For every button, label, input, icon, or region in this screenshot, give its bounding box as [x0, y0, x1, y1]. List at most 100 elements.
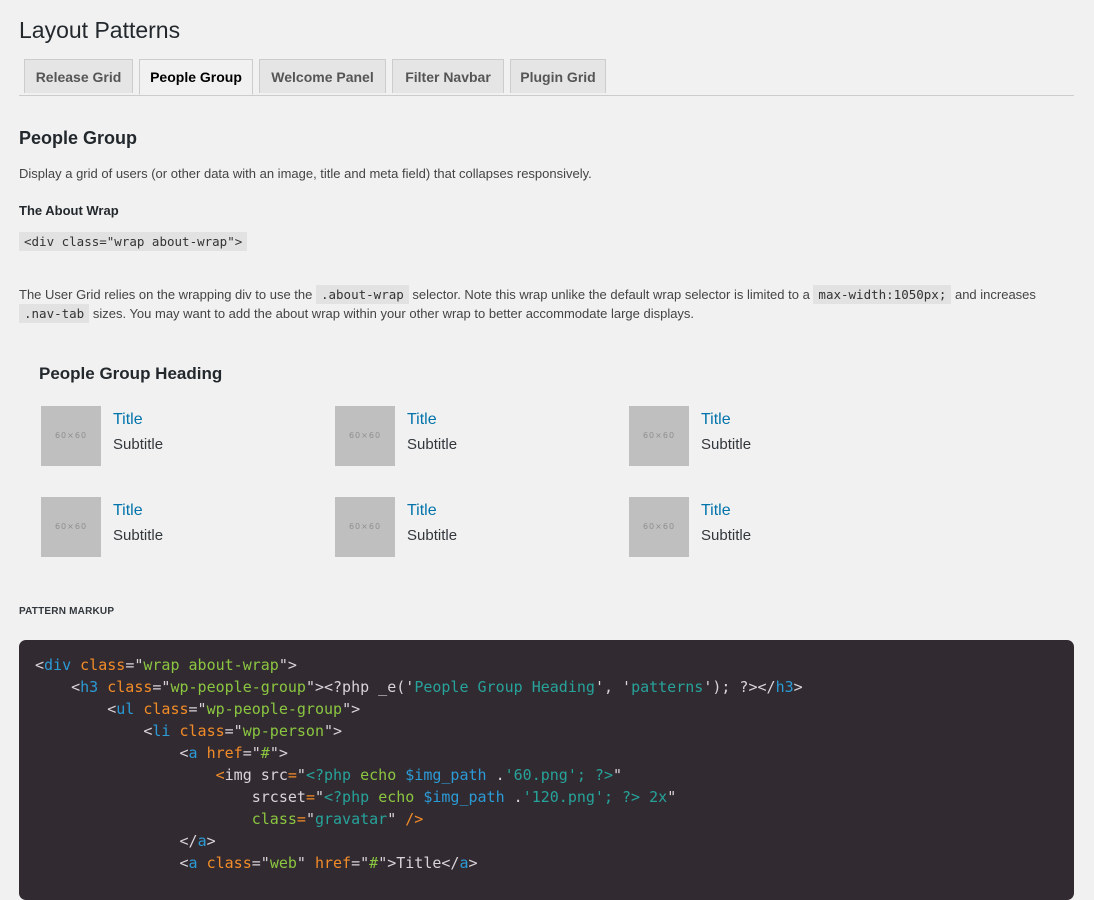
- code-token: <: [35, 854, 189, 872]
- person-title-link[interactable]: Title: [113, 411, 143, 429]
- page-title: Layout Patterns: [19, 17, 181, 43]
- section-description: Display a grid of users (or other data w…: [19, 166, 592, 181]
- code-token: wp-people-group: [170, 678, 306, 696]
- tab-welcome-panel[interactable]: Welcome Panel: [259, 59, 386, 93]
- code-line: <ul class="wp-people-group">: [35, 698, 1058, 720]
- person-subtitle: Subtitle: [113, 436, 164, 453]
- nav-tabs: Release Grid People Group Welcome Panel …: [19, 59, 1074, 96]
- code-token: patterns: [631, 678, 704, 696]
- code-token: .: [486, 766, 505, 784]
- code-token: $img_path: [405, 766, 487, 784]
- person-title-link[interactable]: Title: [701, 411, 731, 429]
- code-token: =: [296, 810, 306, 828]
- code-token: =": [188, 700, 207, 718]
- avatar-placeholder[interactable]: 60×60: [629, 406, 689, 466]
- code-line: </a>: [35, 830, 1058, 852]
- code-token: '); ?></: [703, 678, 776, 696]
- tab-plugin-grid[interactable]: Plugin Grid: [510, 59, 606, 93]
- code-token: =: [305, 788, 315, 806]
- people-group-heading: People Group Heading: [39, 364, 223, 383]
- code-line: <h3 class="wp-people-group"><?php _e('Pe…: [35, 676, 1058, 698]
- code-token: ": [314, 788, 324, 806]
- code-token: ">: [278, 656, 297, 674]
- person-item: 60×60 Title Subtitle: [335, 497, 615, 557]
- tab-release-grid[interactable]: Release Grid: [24, 59, 133, 93]
- code-token: href: [206, 744, 243, 762]
- person-item: 60×60 Title Subtitle: [335, 406, 615, 466]
- person-title-link[interactable]: Title: [407, 502, 437, 520]
- nav-tab-code: .nav-tab: [19, 304, 90, 323]
- avatar-placeholder[interactable]: 60×60: [335, 497, 395, 557]
- code-token: =": [125, 656, 144, 674]
- code-token: ">: [324, 722, 343, 740]
- person-subtitle: Subtitle: [701, 436, 752, 453]
- person-item: 60×60 Title Subtitle: [629, 406, 909, 466]
- code-token: .: [504, 788, 523, 806]
- code-token: <?php: [324, 788, 379, 806]
- about-wrap-code: .about-wrap: [315, 285, 409, 304]
- code-line: <a href="#">: [35, 742, 1058, 764]
- code-token: <: [35, 700, 117, 718]
- code-token: =: [287, 766, 297, 784]
- code-token: <: [35, 678, 81, 696]
- max-width-code: max-width:1050px;: [813, 285, 952, 304]
- pattern-markup-label: Pattern Markup: [19, 606, 115, 617]
- code-token: #: [369, 854, 379, 872]
- pattern-markup-code-block[interactable]: <div class="wrap about-wrap"> <h3 class=…: [19, 640, 1074, 900]
- code-token: a: [188, 854, 198, 872]
- code-token: =": [224, 722, 243, 740]
- person-subtitle: Subtitle: [407, 436, 458, 453]
- code-line: srcset="<?php echo $img_path .'120.png';…: [35, 786, 1058, 808]
- code-token: ": [305, 810, 315, 828]
- person-title-link[interactable]: Title: [113, 502, 143, 520]
- person-subtitle: Subtitle: [113, 527, 164, 544]
- avatar-placeholder[interactable]: 60×60: [41, 497, 101, 557]
- avatar-placeholder[interactable]: 60×60: [335, 406, 395, 466]
- person-item: 60×60 Title Subtitle: [41, 406, 321, 466]
- avatar-placeholder[interactable]: 60×60: [629, 497, 689, 557]
- about-wrap-paragraph: The User Grid relies on the wrapping div…: [19, 285, 1036, 323]
- person-subtitle: Subtitle: [701, 527, 752, 544]
- code-token: ul: [116, 700, 135, 718]
- code-line: <img src="<?php echo $img_path .'60.png'…: [35, 764, 1058, 786]
- code-token: ": [667, 788, 677, 806]
- code-token: wp-people-group: [206, 700, 343, 718]
- code-token: ": [296, 854, 315, 872]
- code-line: <div class="wrap about-wrap">: [35, 654, 1058, 676]
- code-token: #: [260, 744, 270, 762]
- code-token: <?php: [305, 766, 361, 784]
- code-token: wp-person: [242, 722, 324, 740]
- code-token: "><?php _e(': [305, 678, 415, 696]
- code-token: ">Title</: [378, 854, 460, 872]
- person-title-link[interactable]: Title: [701, 502, 731, 520]
- code-token: class: [80, 656, 126, 674]
- code-token: class: [206, 854, 252, 872]
- code-token: =": [251, 854, 270, 872]
- tab-people-group[interactable]: People Group: [139, 59, 253, 95]
- person-subtitle: Subtitle: [407, 527, 458, 544]
- code-token: href: [314, 854, 352, 872]
- code-token: =": [152, 678, 171, 696]
- code-token: ": [387, 810, 406, 828]
- code-line: class="gravatar" />: [35, 808, 1058, 830]
- code-token: ": [296, 766, 306, 784]
- tab-filter-navbar[interactable]: Filter Navbar: [392, 59, 504, 93]
- person-item: 60×60 Title Subtitle: [41, 497, 321, 557]
- avatar-placeholder[interactable]: 60×60: [41, 406, 101, 466]
- code-token: ": [613, 766, 623, 784]
- section-title: People Group: [19, 128, 138, 148]
- code-line: <li class="wp-person">: [35, 720, 1058, 742]
- code-token: class: [179, 722, 225, 740]
- code-token: echo: [360, 766, 406, 784]
- person-title-link[interactable]: Title: [407, 411, 437, 429]
- code-token: >: [468, 854, 478, 872]
- about-wrap-subheading: The About Wrap: [19, 203, 119, 218]
- code-token: img src: [224, 766, 288, 784]
